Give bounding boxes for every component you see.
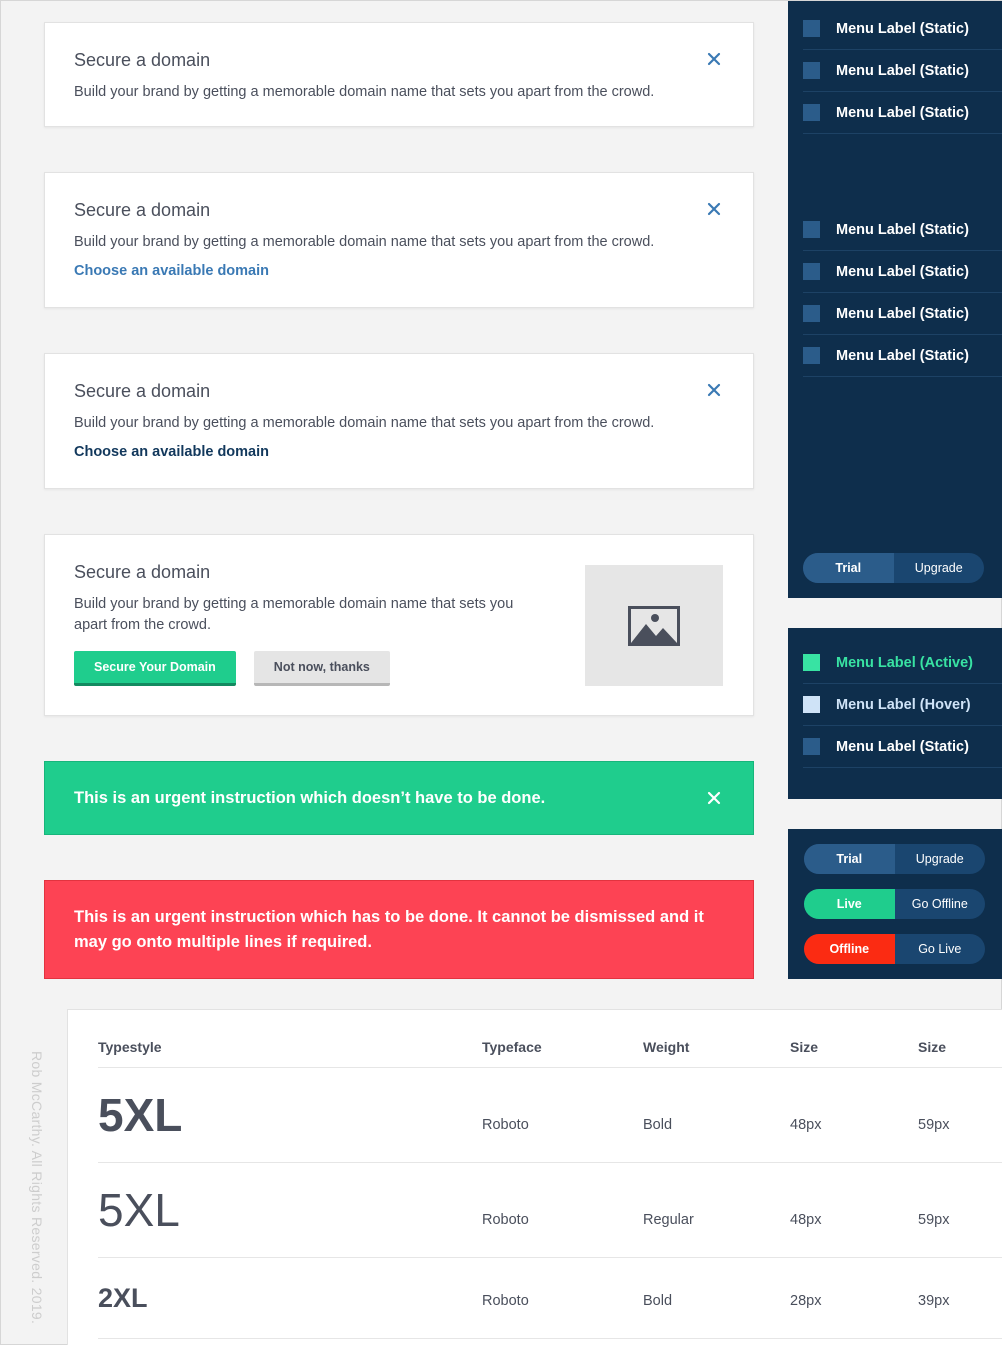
copyright-text: Rob McCarthy. All Rights Reserved. 2019.: [29, 1051, 45, 1325]
menu-label: Menu Label (Static): [836, 347, 969, 364]
typeface-cell: Roboto: [482, 1293, 529, 1309]
typestyle-sample: 5XL: [98, 1089, 183, 1141]
menu-label: Menu Label (Static): [836, 104, 969, 121]
menu-label: Menu Label (Hover): [836, 696, 971, 713]
menu-label: Menu Label (Static): [836, 221, 969, 238]
menu-group: Menu Label (Static) Menu Label (Static) …: [788, 209, 1002, 377]
size-cell: 48px: [790, 1117, 822, 1133]
card-body: Build your brand by getting a memorable …: [74, 596, 514, 633]
secure-domain-button[interactable]: Secure Your Domain: [74, 651, 236, 686]
weight-cell: Bold: [643, 1293, 673, 1309]
close-icon[interactable]: [706, 51, 722, 67]
menu-square-icon: [803, 305, 820, 322]
menu-item-static[interactable]: Menu Label (Static): [803, 251, 1002, 293]
alert-message: This is an urgent instruction which does…: [74, 788, 546, 807]
not-now-button[interactable]: Not now, thanks: [253, 651, 390, 686]
typography-table: Typestyle Typeface Weight Size Size 5XL …: [67, 1009, 1002, 1345]
image-placeholder: [585, 565, 723, 686]
menu-square-icon: [803, 263, 820, 280]
card-body: Build your brand by getting a memorable …: [74, 234, 655, 250]
go-live-button[interactable]: Go Live: [895, 934, 986, 964]
menu-square-icon: [803, 696, 820, 713]
line-height-cell: 39px: [918, 1293, 950, 1309]
header-typeface: Typeface: [482, 1039, 542, 1055]
domain-card-link-dark: Secure a domain Build your brand by gett…: [44, 353, 754, 489]
trial-upgrade-toggle: Trial Upgrade: [803, 553, 984, 583]
sidebar-panel-toggles: Trial Upgrade Live Go Offline Offline Go…: [788, 829, 1002, 979]
domain-card-link: Secure a domain Build your brand by gett…: [44, 172, 754, 308]
choose-domain-link[interactable]: Choose an available domain: [74, 444, 269, 460]
weight-cell: Bold: [643, 1117, 673, 1133]
menu-square-icon: [803, 62, 820, 79]
live-button[interactable]: Live: [804, 889, 895, 919]
typestyle-sample: 5XL: [98, 1184, 180, 1236]
header-line-size: Size: [918, 1039, 947, 1055]
size-cell: 48px: [790, 1212, 822, 1228]
trial-upgrade-toggle: Trial Upgrade: [804, 844, 985, 874]
domain-card-actions: Secure a domain Build your brand by gett…: [44, 534, 754, 716]
line-height-cell: 59px: [918, 1212, 950, 1228]
menu-square-icon: [803, 221, 820, 238]
menu-item-static[interactable]: Menu Label (Static): [803, 50, 1002, 92]
menu-square-icon: [803, 347, 820, 364]
card-title: Secure a domain: [74, 200, 211, 220]
card-title: Secure a domain: [74, 381, 211, 401]
trial-button[interactable]: Trial: [803, 553, 894, 583]
image-placeholder-icon: [628, 605, 680, 646]
menu-label: Menu Label (Active): [836, 654, 973, 671]
offline-button[interactable]: Offline: [804, 934, 895, 964]
row-divider: [98, 1067, 1002, 1068]
menu-group: Menu Label (Active) Menu Label (Hover) M…: [788, 642, 1002, 768]
upgrade-button[interactable]: Upgrade: [894, 553, 985, 583]
choose-domain-link[interactable]: Choose an available domain: [74, 263, 269, 279]
offline-live-toggle: Offline Go Live: [804, 934, 985, 964]
menu-label: Menu Label (Static): [836, 738, 969, 755]
header-weight: Weight: [643, 1039, 690, 1055]
alert-urgent: This is an urgent instruction which has …: [44, 880, 754, 979]
alert-dismissible: This is an urgent instruction which does…: [44, 761, 754, 835]
card-title: Secure a domain: [74, 50, 211, 70]
domain-card-basic: Secure a domain Build your brand by gett…: [44, 22, 754, 127]
menu-square-icon: [803, 20, 820, 37]
card-body: Build your brand by getting a memorable …: [74, 415, 655, 431]
menu-item-static[interactable]: Menu Label (Static): [803, 8, 1002, 50]
upgrade-button[interactable]: Upgrade: [895, 844, 986, 874]
menu-square-icon: [803, 104, 820, 121]
menu-label: Menu Label (Static): [836, 20, 969, 37]
size-cell: 28px: [790, 1293, 822, 1309]
close-icon[interactable]: [706, 382, 722, 398]
typeface-cell: Roboto: [482, 1117, 529, 1133]
sidebar-panel-states: Menu Label (Active) Menu Label (Hover) M…: [788, 628, 1002, 799]
line-height-cell: 59px: [918, 1117, 950, 1133]
row-divider: [98, 1338, 1002, 1339]
close-icon[interactable]: [706, 201, 722, 217]
menu-item-static[interactable]: Menu Label (Static): [803, 209, 1002, 251]
menu-item-static[interactable]: Menu Label (Static): [803, 293, 1002, 335]
header-size: Size: [790, 1039, 819, 1055]
trial-button[interactable]: Trial: [804, 844, 895, 874]
menu-item-static[interactable]: Menu Label (Static): [803, 726, 1002, 768]
card-body: Build your brand by getting a memorable …: [74, 84, 655, 100]
menu-item-active[interactable]: Menu Label (Active): [803, 642, 1002, 684]
weight-cell: Regular: [643, 1212, 694, 1228]
row-divider: [98, 1162, 1002, 1163]
sidebar-panel: Menu Label (Static) Menu Label (Static) …: [788, 1, 1002, 598]
menu-label: Menu Label (Static): [836, 62, 969, 79]
close-icon[interactable]: [707, 791, 721, 805]
menu-item-hover[interactable]: Menu Label (Hover): [803, 684, 1002, 726]
menu-group: Menu Label (Static) Menu Label (Static) …: [788, 8, 1002, 134]
menu-square-icon: [803, 738, 820, 755]
menu-item-static[interactable]: Menu Label (Static): [803, 92, 1002, 134]
menu-label: Menu Label (Static): [836, 263, 969, 280]
header-typestyle: Typestyle: [98, 1039, 162, 1055]
menu-square-icon: [803, 654, 820, 671]
alert-message: This is an urgent instruction which has …: [74, 907, 704, 951]
menu-item-static[interactable]: Menu Label (Static): [803, 335, 1002, 377]
typestyle-sample: 2XL: [98, 1283, 148, 1313]
row-divider: [98, 1257, 1002, 1258]
live-offline-toggle: Live Go Offline: [804, 889, 985, 919]
menu-label: Menu Label (Static): [836, 305, 969, 322]
typeface-cell: Roboto: [482, 1212, 529, 1228]
go-offline-button[interactable]: Go Offline: [895, 889, 986, 919]
